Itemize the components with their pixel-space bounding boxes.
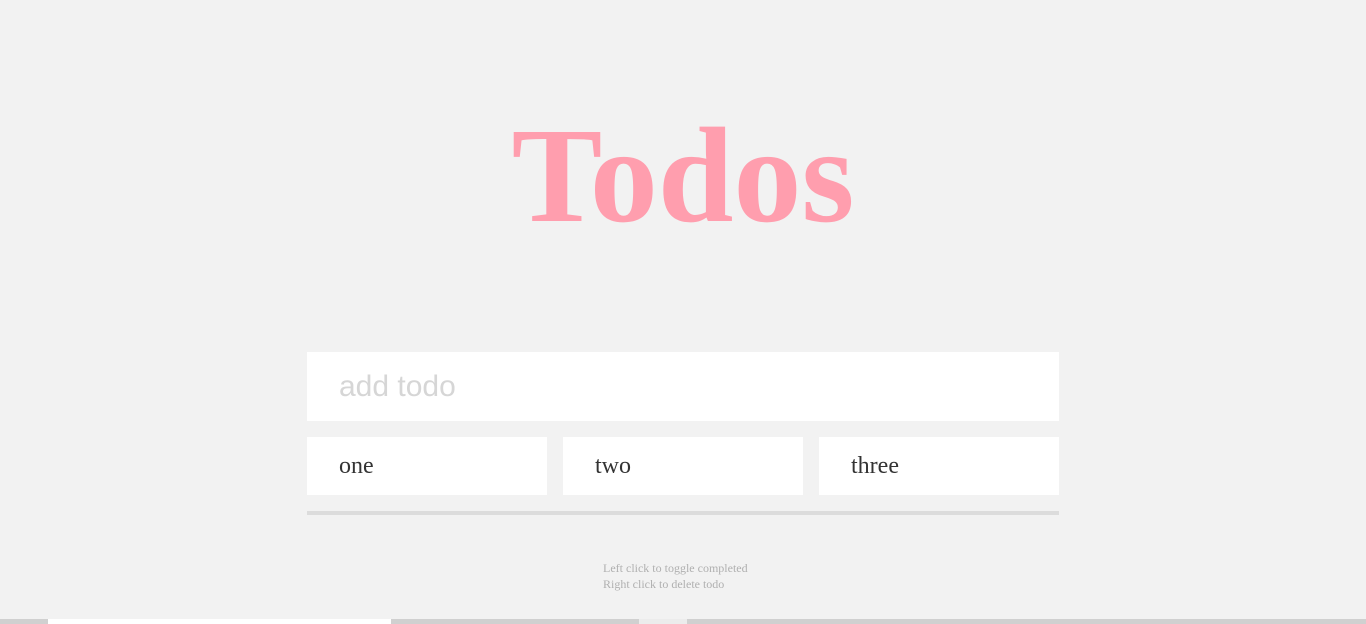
todo-item-two[interactable]: two xyxy=(563,437,803,495)
help-line-toggle: Left click to toggle completed xyxy=(603,561,748,575)
horizontal-scrollbar[interactable] xyxy=(0,619,1366,624)
list-divider xyxy=(307,511,1059,515)
help-line-delete: Right click to delete todo xyxy=(603,577,725,591)
todo-item-one[interactable]: one xyxy=(307,437,547,495)
todo-list: one two three xyxy=(307,437,1059,495)
todo-item-three[interactable]: three xyxy=(819,437,1059,495)
scrollbar-thumb[interactable] xyxy=(48,619,391,624)
scrollbar-track-segment xyxy=(639,619,687,624)
help-text: Left click to toggle completed Right cli… xyxy=(603,560,748,592)
add-todo-input[interactable] xyxy=(307,352,1059,421)
page-title: Todos xyxy=(511,101,855,251)
